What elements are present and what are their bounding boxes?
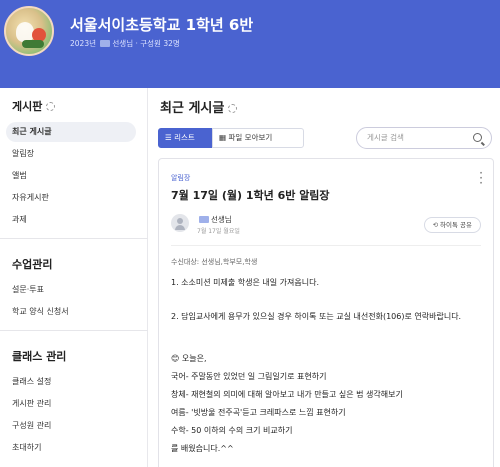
class-avatar[interactable] [4, 6, 54, 56]
list-view-label: 리스트 [174, 133, 195, 142]
sidebar-item-album[interactable]: 앨범 [6, 166, 136, 186]
sidebar-board-title-text: 게시판 [12, 100, 43, 113]
post-body-line: 를 배웠습니다.^^ [171, 444, 234, 453]
post-body-line: 1. 소소미션 미제출 학생은 내일 가져옵니다. [171, 278, 320, 287]
sidebar-class-admin-title: 클래스 관리 [12, 350, 67, 363]
post-body-line: 국어- 주말동안 있었던 일 그림일기로 표현하기 [171, 372, 327, 381]
post-divider [171, 245, 481, 246]
search-placeholder: 게시글 검색 [367, 133, 404, 142]
teacher-name-blurred [100, 40, 111, 47]
post-recipients: 수신대상: 선생님,학부모,학생 [171, 258, 258, 266]
author-name-blurred [199, 216, 209, 223]
post-search-input[interactable]: 게시글 검색 [356, 127, 492, 149]
more-options-icon[interactable]: · · · [477, 167, 485, 189]
post-card: 알림장 · · · 7월 17일 (월) 1학년 6반 알림장 선생님 7월 17일… [158, 158, 494, 467]
post-body-line: 😊 오늘은, [171, 354, 207, 363]
sidebar-divider [0, 330, 148, 331]
list-view-button[interactable]: ☰ 리스트 [158, 128, 212, 148]
sidebar-item-recent-posts[interactable]: 최근 게시글 [6, 122, 136, 142]
sidebar-item-free-board[interactable]: 자유게시판 [6, 188, 136, 208]
sidebar-item-assignments[interactable]: 과제 [6, 210, 136, 230]
post-category[interactable]: 알림장 [171, 173, 190, 183]
post-body-line: 수학- 50 이하의 수의 크기 비교하기 [171, 426, 293, 435]
page-title: 최근 게시글 [160, 97, 238, 116]
share-button[interactable]: ⟲ 하이톡 공유 [423, 217, 481, 233]
post-body-line: 2. 담임교사에게 용무가 있으실 경우 하이톡 또는 교실 내선전화(106)… [171, 312, 462, 321]
sidebar-board-title: 게시판 [12, 98, 56, 114]
post-body-line: 창체- 재현철의 의미에 대해 알아보고 내가 만들고 싶은 법 생각해보기 [171, 390, 403, 399]
sidebar-item-invite[interactable]: 초대하기 [6, 438, 136, 458]
author-name: 선생님 [197, 214, 232, 225]
class-year: 2023년 [70, 39, 96, 48]
page-title-text: 최근 게시글 [160, 101, 225, 116]
share-label: 하이톡 공유 [440, 221, 472, 229]
member-count: · 구성원 32명 [135, 39, 180, 48]
sidebar-item-member-mgmt[interactable]: 구성원 관리 [6, 416, 136, 436]
post-body-line: 여름- '빗방울 전주곡'듣고 크레파스로 느낌 표현하기 [171, 408, 346, 417]
gear-icon[interactable] [228, 104, 238, 113]
class-title: 서울서이초등학교 1학년 6반 [70, 16, 254, 34]
author-name-text: 선생님 [211, 215, 232, 224]
sidebar-item-class-settings[interactable]: 클래스 설정 [6, 372, 136, 392]
author-avatar [171, 214, 189, 232]
post-date: 7월 17일 월요일 [197, 228, 240, 235]
main-content: 최근 게시글 ☰ 리스트 ▦ 파일 모아보기 게시글 검색 알림장 · · · 7월… [148, 88, 500, 467]
gear-icon[interactable] [46, 102, 56, 111]
post-title[interactable]: 7월 17일 (월) 1학년 6반 알림장 [171, 187, 330, 203]
class-header: 서울서이초등학교 1학년 6반 2023년 선생님 · 구성원 32명 [0, 0, 500, 88]
sidebar-item-school-form[interactable]: 학교 양식 신청서 [6, 302, 136, 322]
teacher-label: 선생님 [112, 39, 134, 48]
sidebar-class-mgmt-title: 수업관리 [12, 258, 53, 271]
file-view-button[interactable]: ▦ 파일 모아보기 [212, 128, 304, 148]
sidebar-item-survey-vote[interactable]: 설문·투표 [6, 280, 136, 300]
avatar-illustration-base [22, 40, 44, 48]
grid-icon: ▦ [219, 133, 227, 142]
sidebar-item-notice[interactable]: 알림장 [6, 144, 136, 164]
share-icon: ⟲ [432, 221, 439, 229]
sidebar-divider [0, 238, 148, 239]
sidebar-item-board-mgmt[interactable]: 게시판 관리 [6, 394, 136, 414]
search-icon[interactable] [473, 133, 482, 142]
list-icon: ☰ [165, 133, 172, 142]
file-view-label: 파일 모아보기 [228, 133, 273, 142]
class-meta: 2023년 선생님 · 구성원 32명 [70, 38, 180, 49]
sidebar: 게시판 최근 게시글 알림장 앨범 자유게시판 과제 수업관리 설문·투표 학교… [0, 88, 148, 467]
